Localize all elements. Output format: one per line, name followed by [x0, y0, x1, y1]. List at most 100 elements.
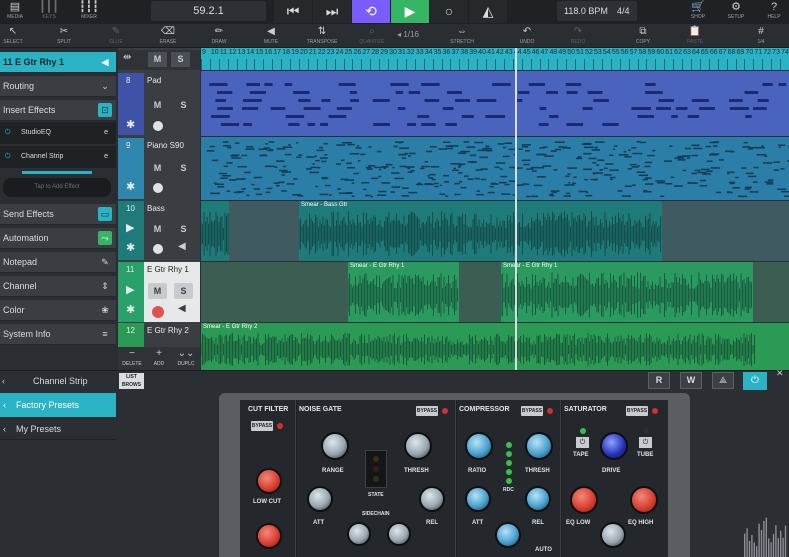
collapse-arrow-icon[interactable]: ◀ — [98, 55, 112, 69]
record-arm-button[interactable] — [153, 244, 163, 254]
cut-filter-bypass[interactable]: BYPASS — [251, 421, 273, 431]
solo-button[interactable]: S — [174, 221, 193, 237]
eq-high-knob[interactable] — [630, 486, 658, 514]
global-mute-button[interactable]: M — [148, 52, 167, 67]
track-header-piano[interactable]: 9 Piano S90 M S ✱ — [118, 138, 200, 199]
drive-knob[interactable] — [600, 432, 628, 460]
factory-presets-item[interactable]: ‹ Factory Presets — [0, 393, 116, 417]
audio-clip-egtr2[interactable]: Smear - E Gtr Rhy 2 — [201, 323, 756, 370]
monitor-icon[interactable]: ◀ — [178, 241, 186, 252]
record-arm-button[interactable] — [152, 306, 164, 318]
my-presets-item[interactable]: ‹ My Presets — [0, 418, 116, 440]
lane-pad[interactable] — [201, 71, 789, 136]
noise-gate-bypass[interactable]: BYPASS — [416, 406, 438, 416]
midi-clip-piano[interactable] — [201, 137, 789, 200]
makeup-gain-knob[interactable] — [495, 522, 521, 548]
edit-icon[interactable]: e — [104, 122, 108, 144]
range-knob[interactable] — [321, 432, 349, 460]
back-icon[interactable]: ‹ — [2, 371, 5, 391]
mixer-button[interactable]: ┇┇┇ MIXER — [74, 0, 104, 24]
saturator-bypass[interactable]: BYPASS — [626, 406, 648, 416]
play-button[interactable]: ▶ — [391, 0, 429, 23]
play-icon[interactable]: ▶ — [126, 283, 134, 296]
gate-rel-knob[interactable] — [419, 486, 445, 512]
record-arm-button[interactable] — [153, 121, 163, 131]
audio-icon[interactable]: ✱ — [126, 241, 135, 254]
lane-egtr1[interactable]: Smear - E Gtr Rhy 1 Smear - E Gtr Rhy 1 — [201, 262, 789, 322]
write-automation-button[interactable]: W — [680, 372, 702, 389]
lane-piano[interactable] — [201, 137, 789, 200]
track-header-pad[interactable]: 8 Pad M S ✱ — [118, 73, 200, 135]
mute-button[interactable]: M — [148, 160, 167, 176]
send-effects-item[interactable]: Send Effects ▭ — [0, 204, 116, 225]
mute-button[interactable]: M — [148, 283, 167, 299]
comp-rel-knob[interactable] — [525, 486, 551, 512]
power-icon[interactable]: ⏻ — [5, 146, 11, 168]
monitor-icon[interactable]: ◀ — [178, 303, 186, 314]
solo-button[interactable]: S — [174, 160, 193, 176]
record-arm-button[interactable] — [153, 183, 163, 193]
play-icon[interactable]: ▶ — [126, 221, 134, 234]
read-automation-button[interactable]: R — [648, 372, 670, 389]
erase-tool[interactable]: ⌫ ERASE — [147, 25, 189, 45]
system-info-item[interactable]: System Info ≡ — [0, 324, 116, 345]
media-button[interactable]: ▤ MEDIA — [0, 0, 30, 24]
ratio-knob[interactable] — [465, 432, 493, 460]
routing-item[interactable]: Routing ⌄ — [0, 76, 116, 97]
mute-button[interactable]: M — [148, 221, 167, 237]
instrument-icon[interactable]: ✱ — [126, 180, 135, 193]
output-knob[interactable] — [600, 522, 626, 548]
inspector-track-title[interactable]: 11 E Gtr Rhy 1 ◀ — [0, 52, 116, 73]
add-effect-button[interactable]: Tap to Add Effect — [3, 178, 111, 197]
mute-tool[interactable]: ◀ MUTE — [250, 25, 292, 45]
tape-button[interactable]: ⏻ — [576, 437, 589, 448]
metronome-button[interactable]: ◭ — [469, 0, 507, 23]
sidechain-low-knob[interactable] — [347, 522, 371, 546]
notepad-item[interactable]: Notepad ✎ — [0, 252, 116, 273]
track-header-bass[interactable]: 10 Bass ▶ M S ✱ ◀ — [118, 201, 200, 260]
playhead[interactable] — [515, 48, 517, 370]
duplicate-track-button[interactable]: ⌄⌄ DUPLC — [173, 347, 199, 367]
loop-button[interactable]: ⟲ — [352, 0, 390, 23]
forward-button[interactable]: ⏭ — [313, 0, 351, 23]
track-header-egtr1[interactable]: 11 E Gtr Rhy 1 ▶ M S ✱ ◀ — [118, 262, 200, 322]
gate-thresh-knob[interactable] — [404, 432, 432, 460]
track-header-egtr2[interactable]: 12 E Gtr Rhy 2 — [118, 323, 200, 347]
paste-button[interactable]: 📋 PASTE — [674, 25, 716, 45]
comp-thresh-knob[interactable] — [525, 432, 553, 460]
delete-track-button[interactable]: − DELETE — [119, 347, 145, 367]
tube-button[interactable]: ⏻ — [639, 437, 652, 448]
audio-icon[interactable]: ✱ — [126, 303, 135, 316]
help-button[interactable]: ? HELP — [759, 0, 789, 24]
stop-button[interactable]: ○ — [430, 0, 468, 23]
timeline-ruler[interactable]: 9 10 11 12 13 14 15 16 17 18 19 20 21 22 23 24 25 26 27 28 2… — [201, 48, 789, 70]
midi-clip-pad[interactable] — [201, 71, 789, 136]
transpose-tool[interactable]: ⇅ TRANSPOSE — [301, 25, 343, 45]
low-cut-knob[interactable] — [256, 468, 282, 494]
rewind-button[interactable]: ⏮ — [274, 0, 312, 23]
setup-button[interactable]: ⚙ SETUP — [721, 0, 751, 24]
draw-tool[interactable]: ✏ DRAW — [198, 25, 240, 45]
grid-button[interactable]: #1/4 — [740, 25, 782, 45]
split-tool[interactable]: ✂ SPLIT — [43, 25, 85, 45]
edit-icon[interactable]: e — [104, 146, 108, 168]
insert-effects-item[interactable]: Insert Effects ⊡ — [0, 100, 116, 121]
high-cut-knob[interactable] — [256, 523, 282, 549]
insert-slot-1[interactable]: ⏻ StudioEQ e — [0, 122, 116, 144]
sidechain-high-knob[interactable] — [387, 522, 411, 546]
lane-bass[interactable]: Smear - Bass Gtr — [201, 201, 789, 261]
global-solo-button[interactable]: S — [171, 52, 190, 67]
color-item[interactable]: Color ❀ — [0, 300, 116, 321]
power-icon[interactable]: ⏻ — [5, 122, 11, 144]
position-display[interactable]: 59.2.1 — [151, 1, 266, 21]
lane-egtr2[interactable]: Smear - E Gtr Rhy 2 — [201, 323, 789, 370]
insert-slot-2[interactable]: ⏻ Channel Strip e — [0, 146, 116, 168]
audio-clip-egtr1-a[interactable]: Smear - E Gtr Rhy 1 — [348, 262, 459, 322]
instrument-icon[interactable]: ✱ — [126, 118, 135, 131]
quantize-value[interactable]: ◂ 1/16 — [386, 25, 430, 45]
eq-low-knob[interactable] — [570, 486, 598, 514]
copy-button[interactable]: ⧉ COPY — [622, 25, 664, 45]
add-track-button[interactable]: + ADD — [146, 347, 172, 367]
shop-button[interactable]: 🛒 SHOP — [683, 0, 713, 24]
undo-button[interactable]: ↶ UNDO — [506, 25, 548, 45]
